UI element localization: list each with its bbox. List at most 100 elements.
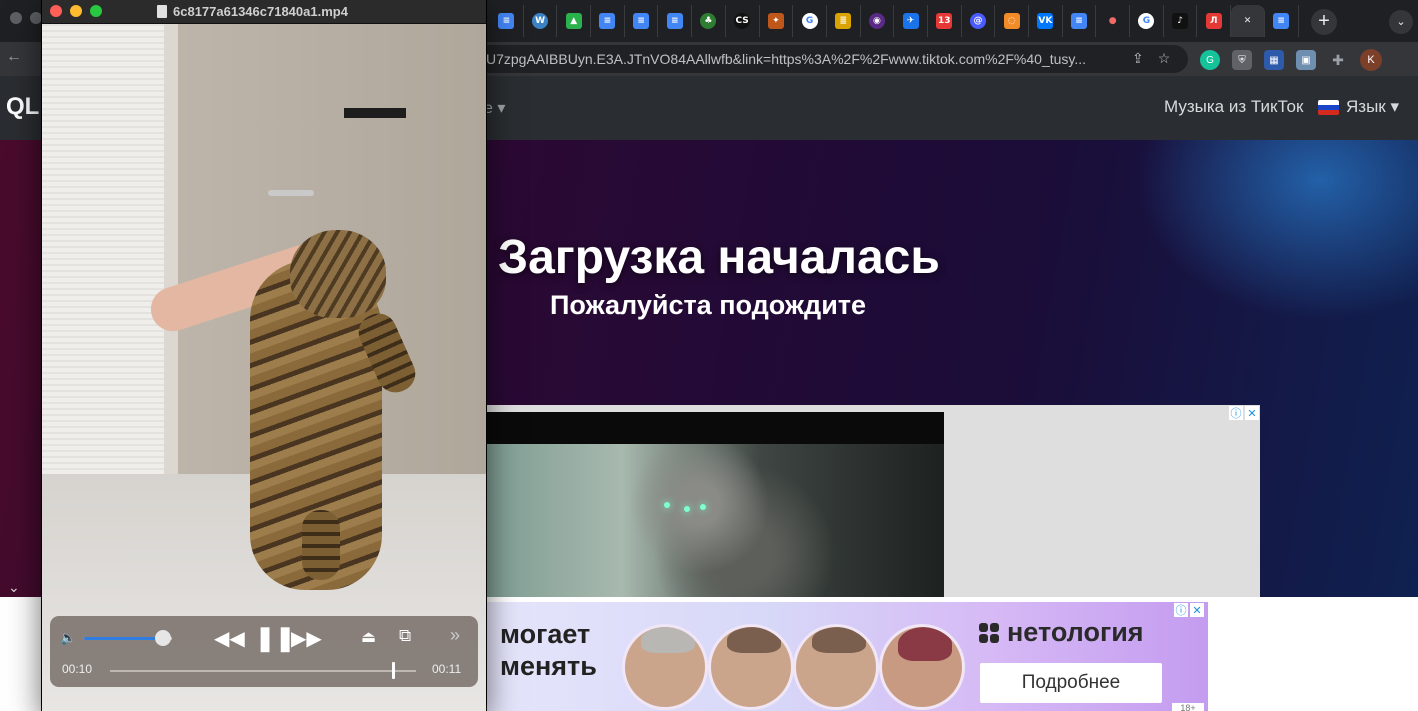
tab-docs-5[interactable]: ≡ <box>1063 5 1097 37</box>
profile-avatar[interactable]: K <box>1360 49 1382 71</box>
tab-stack[interactable]: ≣ <box>827 5 861 37</box>
google-docs-icon: ≡ <box>1273 13 1290 29</box>
close-button[interactable] <box>50 5 62 17</box>
airplay-icon[interactable]: ⏏ <box>361 627 376 647</box>
tab-docs[interactable]: ≡ <box>490 5 524 37</box>
minimize-button[interactable] <box>70 5 82 17</box>
window-minimize-button[interactable] <box>30 12 42 24</box>
tab-count[interactable]: 13 <box>928 5 962 37</box>
scrubber-track[interactable] <box>110 670 416 672</box>
grammarly-icon[interactable]: G <box>1200 50 1220 70</box>
tab-google-2[interactable]: G <box>1130 5 1164 37</box>
volume-icon[interactable]: 🔈 <box>60 630 76 646</box>
creature-eyes <box>660 502 720 522</box>
tab-asana[interactable]: ● <box>1096 5 1131 37</box>
share-more-icon[interactable]: » <box>450 625 460 646</box>
video-frame[interactable]: 🔈 ◀◀ ❚❚ ▶▶ ⏏ ⧉ » 00:10 00:11 <box>42 24 486 711</box>
ad-choices[interactable]: ⓘ ✕ <box>1174 603 1204 617</box>
tab-l[interactable]: Л <box>1197 5 1232 37</box>
fast-forward-icon[interactable]: ▶▶ <box>291 626 322 651</box>
google-docs-icon: ≡ <box>599 13 616 29</box>
asana-icon: ● <box>1108 16 1117 26</box>
game-ad-banner[interactable]: ⓘ ✕ <box>484 405 1260 597</box>
site-logo[interactable]: QL <box>6 93 39 121</box>
bookmark-star-icon[interactable]: ☆ <box>1158 50 1171 67</box>
tab-active[interactable]: ✕ <box>1231 5 1265 37</box>
language-dropdown[interactable]: Язык ▾ <box>1318 97 1399 117</box>
zoom-button[interactable] <box>90 5 102 17</box>
notification-count-icon: 13 <box>936 13 953 29</box>
info-icon[interactable]: ⓘ <box>1229 406 1243 420</box>
close-icon[interactable]: ✕ <box>1245 406 1259 420</box>
ad-headline-line2: менять <box>500 651 597 681</box>
duration: 00:11 <box>432 662 462 676</box>
nav-link-tiktok-music[interactable]: Музыка из ТикТок <box>1164 97 1303 117</box>
screen: ≡ W ▲ ≡ ≡ ≡ ♣ CS ✦ G ≣ ◉ ✈ 13 @ ◌ VK ≡ ●… <box>0 0 1418 711</box>
tab-google[interactable]: G <box>793 5 827 37</box>
ad-video-frame <box>484 412 944 597</box>
netology-logo: нетология <box>979 617 1144 648</box>
door-handle <box>268 190 314 196</box>
google-icon: G <box>801 13 818 29</box>
tab-bird[interactable]: ✦ <box>760 5 794 37</box>
quicktime-titlebar[interactable]: 6c8177a61346c71840a1.mp4 <box>42 0 486 24</box>
google-docs-icon: ≡ <box>666 13 683 29</box>
address-bar[interactable]: U7zpgAAIBBUyn.E3A.JTnVO84AAllwfb&link=ht… <box>476 45 1188 73</box>
back-arrow-icon[interactable]: ← <box>6 48 22 66</box>
circle-logo-icon: ◉ <box>868 13 885 29</box>
scrubber-playhead[interactable] <box>391 662 395 679</box>
tab-docs-4[interactable]: ≡ <box>658 5 693 37</box>
traffic-lights <box>50 5 102 17</box>
close-icon[interactable]: ✕ <box>1239 13 1255 29</box>
tab-search-button[interactable]: ⌄ <box>1389 10 1413 34</box>
photo-extension-icon[interactable]: ▣ <box>1296 50 1316 70</box>
netology-ad-banner[interactable]: могает менять нетология Подробнее ⓘ ✕ 18… <box>486 602 1208 711</box>
extension-app-icon[interactable]: ▦ <box>1264 50 1284 70</box>
collapse-chevron-icon[interactable]: ⌄ <box>8 579 20 596</box>
info-icon[interactable]: ⓘ <box>1174 603 1188 617</box>
person-photo <box>879 624 965 710</box>
at-icon: @ <box>969 13 986 29</box>
close-icon[interactable]: ✕ <box>1190 603 1204 617</box>
tab-purple[interactable]: ◉ <box>861 5 895 37</box>
eye-glow <box>700 504 706 510</box>
plane-icon: ✈ <box>902 13 919 29</box>
tab-docs-6[interactable]: ≡ <box>1265 5 1299 37</box>
quicktime-window[interactable]: 6c8177a61346c71840a1.mp4 🔈 ◀◀ ❚❚ ▶▶ ⏏ ⧉ … <box>42 0 486 711</box>
window-close-button[interactable] <box>10 12 22 24</box>
rewind-icon[interactable]: ◀◀ <box>214 626 245 651</box>
brand-name: нетология <box>1007 617 1144 647</box>
tab-docs-3[interactable]: ≡ <box>625 5 659 37</box>
tab-tiktok[interactable]: ♪ <box>1164 5 1198 37</box>
tab-vk[interactable]: VK <box>1029 5 1063 37</box>
google-docs-icon: ≡ <box>1071 13 1088 29</box>
document-icon <box>157 5 167 18</box>
tab-cs[interactable]: CS <box>726 5 760 37</box>
learn-more-button[interactable]: Подробнее <box>980 663 1162 703</box>
cs-icon: CS <box>734 13 751 29</box>
ad-choices[interactable]: ⓘ ✕ <box>1229 406 1259 420</box>
tab-mail[interactable]: @ <box>962 5 996 37</box>
puzzle-icon[interactable]: ✚ <box>1328 50 1348 70</box>
tab-docs-2[interactable]: ≡ <box>591 5 625 37</box>
omnibox-actions: ⇪ ☆ <box>1132 50 1170 67</box>
share-icon[interactable]: ⇪ <box>1132 50 1144 67</box>
google-docs-icon: ≡ <box>498 13 515 29</box>
tab-feedly[interactable]: ▲ <box>557 5 592 37</box>
tab-list: ≡ W ▲ ≡ ≡ ≡ ♣ CS ✦ G ≣ ◉ ✈ 13 @ ◌ VK ≡ ●… <box>490 5 1299 37</box>
google-docs-icon: ≡ <box>633 13 650 29</box>
tab-orange[interactable]: ◌ <box>995 5 1029 37</box>
eye-glow <box>664 502 670 508</box>
picture-in-picture-icon[interactable]: ⧉ <box>399 626 411 646</box>
tabby-cat <box>230 230 422 590</box>
new-tab-button[interactable]: + <box>1311 9 1337 35</box>
tab-tree[interactable]: ♣ <box>692 5 726 37</box>
cat-hind-leg <box>302 510 340 580</box>
vk-icon: VK <box>1037 13 1054 29</box>
volume-knob[interactable] <box>155 630 172 646</box>
tab-plane[interactable]: ✈ <box>894 5 928 37</box>
pause-icon[interactable]: ❚❚ <box>255 624 295 653</box>
tab-wordpress[interactable]: W <box>524 5 558 37</box>
nav-dropdown[interactable]: e ▾ <box>484 98 505 118</box>
shield-icon[interactable]: ⛨ <box>1232 50 1252 70</box>
